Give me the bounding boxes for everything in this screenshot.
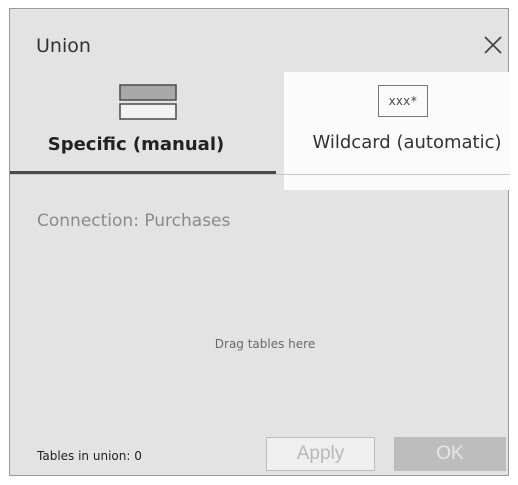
tables-count: Tables in union: 0 [37,449,142,463]
wildcard-pattern-icon: xxx* [378,85,428,117]
stacked-rows-icon [119,84,177,120]
connection-label: Connection: Purchases [37,211,231,231]
tab-specific-manual[interactable]: Specific (manual) [19,72,269,174]
ok-button[interactable]: OK [394,437,506,471]
union-dialog: Union Specific (manual) xxx* Wildcard (a… [9,8,510,476]
table-drop-zone[interactable]: Drag tables here [30,249,500,439]
close-icon[interactable] [482,34,504,56]
drop-hint: Drag tables here [214,337,316,351]
apply-button[interactable]: Apply [266,437,375,471]
tab-label: Wildcard (automatic) [312,132,502,153]
tab-divider [10,174,510,175]
tab-label: Specific (manual) [47,134,225,155]
tab-wildcard-automatic[interactable]: xxx* Wildcard (automatic) [284,72,510,190]
dialog-title: Union [36,35,91,57]
